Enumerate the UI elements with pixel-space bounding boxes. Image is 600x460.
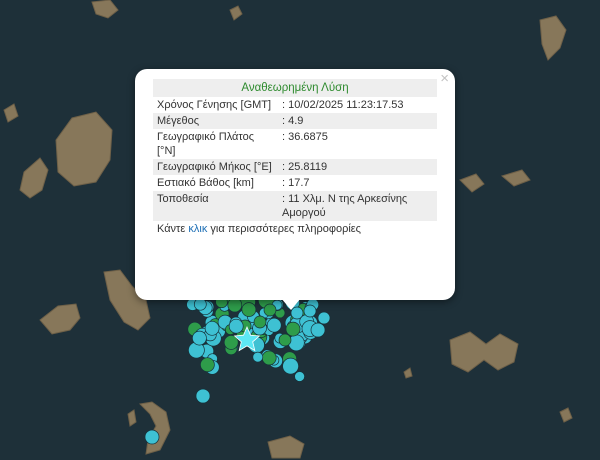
earthquake-info-popup: × Αναθεωρημένη Λύση Χρόνος Γένησης [GMT]… [135,69,455,300]
popup-title: Αναθεωρημένη Λύση [153,79,437,97]
longitude-value: : 25.8119 [276,159,437,175]
magnitude-value: : 4.9 [276,113,437,129]
earthquake-marker[interactable] [282,357,299,375]
popup-title-row: Αναθεωρημένη Λύση [153,79,437,97]
detail-row-longitude: Γεωγραφικό Μήκος [°E] : 25.8119 [153,159,437,175]
origin-time-label: Χρόνος Γένησης [GMT] [157,99,272,111]
detail-row-latitude: Γεωγραφικό Πλάτος [°N] : 36.6875 [153,129,437,159]
more-info-suffix: για περισσότερες πληροφορίες [207,223,361,235]
location-label: Τοποθεσία [153,191,276,221]
earthquake-marker[interactable] [310,322,326,338]
detail-row-origin-time: Χρόνος Γένησης [GMT] : 10/02/2025 11:23:… [153,97,437,113]
more-info-link[interactable]: κλικ [188,223,207,235]
latitude-label: Γεωγραφικό Πλάτος [°N] [157,131,255,157]
earthquake-marker[interactable] [253,315,267,329]
earthquake-marker[interactable] [266,317,282,333]
earthquake-marker[interactable] [261,350,277,366]
earthquake-marker[interactable] [144,429,160,445]
earthquake-marker[interactable] [287,334,305,352]
earthquake-marker[interactable] [263,303,277,317]
longitude-label: Γεωγραφικό Μήκος [°E] [153,159,276,175]
more-info-text: Κάντε κλικ για περισσότερες πληροφορίες [153,221,437,237]
earthquake-marker[interactable] [195,388,211,404]
detail-row-location: Τοποθεσία : 11 Χλμ. Ν της Αρκεσίνης Αμορ… [153,191,437,221]
earthquake-details-table: Αναθεωρημένη Λύση Χρόνος Γένησης [GMT] :… [153,79,437,221]
close-x-icon[interactable]: × [440,71,449,87]
origin-time-value: : 10/02/2025 11:23:17.53 [282,99,404,111]
magnitude-label: Μέγεθος [153,113,276,129]
earthquake-marker[interactable] [227,297,243,313]
detail-row-depth: Εστιακό Βάθος [km] : 17.7 [153,175,437,191]
depth-label: Εστιακό Βάθος [km] [157,177,254,189]
earthquake-marker[interactable] [317,311,331,325]
earthquake-marker[interactable] [278,333,292,347]
detail-row-magnitude: Μέγεθος : 4.9 [153,113,437,129]
earthquake-marker[interactable] [294,371,305,382]
earthquake-marker[interactable] [193,297,207,311]
popup-tip [281,298,301,310]
earthquake-marker[interactable] [192,330,207,346]
depth-value: : 17.7 [282,177,310,189]
earthquake-marker[interactable] [285,321,301,337]
latitude-value: : 36.6875 [282,131,328,143]
earthquake-marker[interactable] [241,302,257,317]
earthquake-marker[interactable] [303,304,317,318]
earthquake-marker[interactable] [200,357,215,373]
more-info-prefix: Κάντε [157,223,189,235]
earthquake-marker[interactable] [228,318,244,334]
earthquake-marker[interactable] [252,351,264,363]
location-value: : 11 Χλμ. Ν της Αρκεσίνης Αμοργού [276,191,437,221]
earthquake-marker[interactable] [204,320,220,336]
